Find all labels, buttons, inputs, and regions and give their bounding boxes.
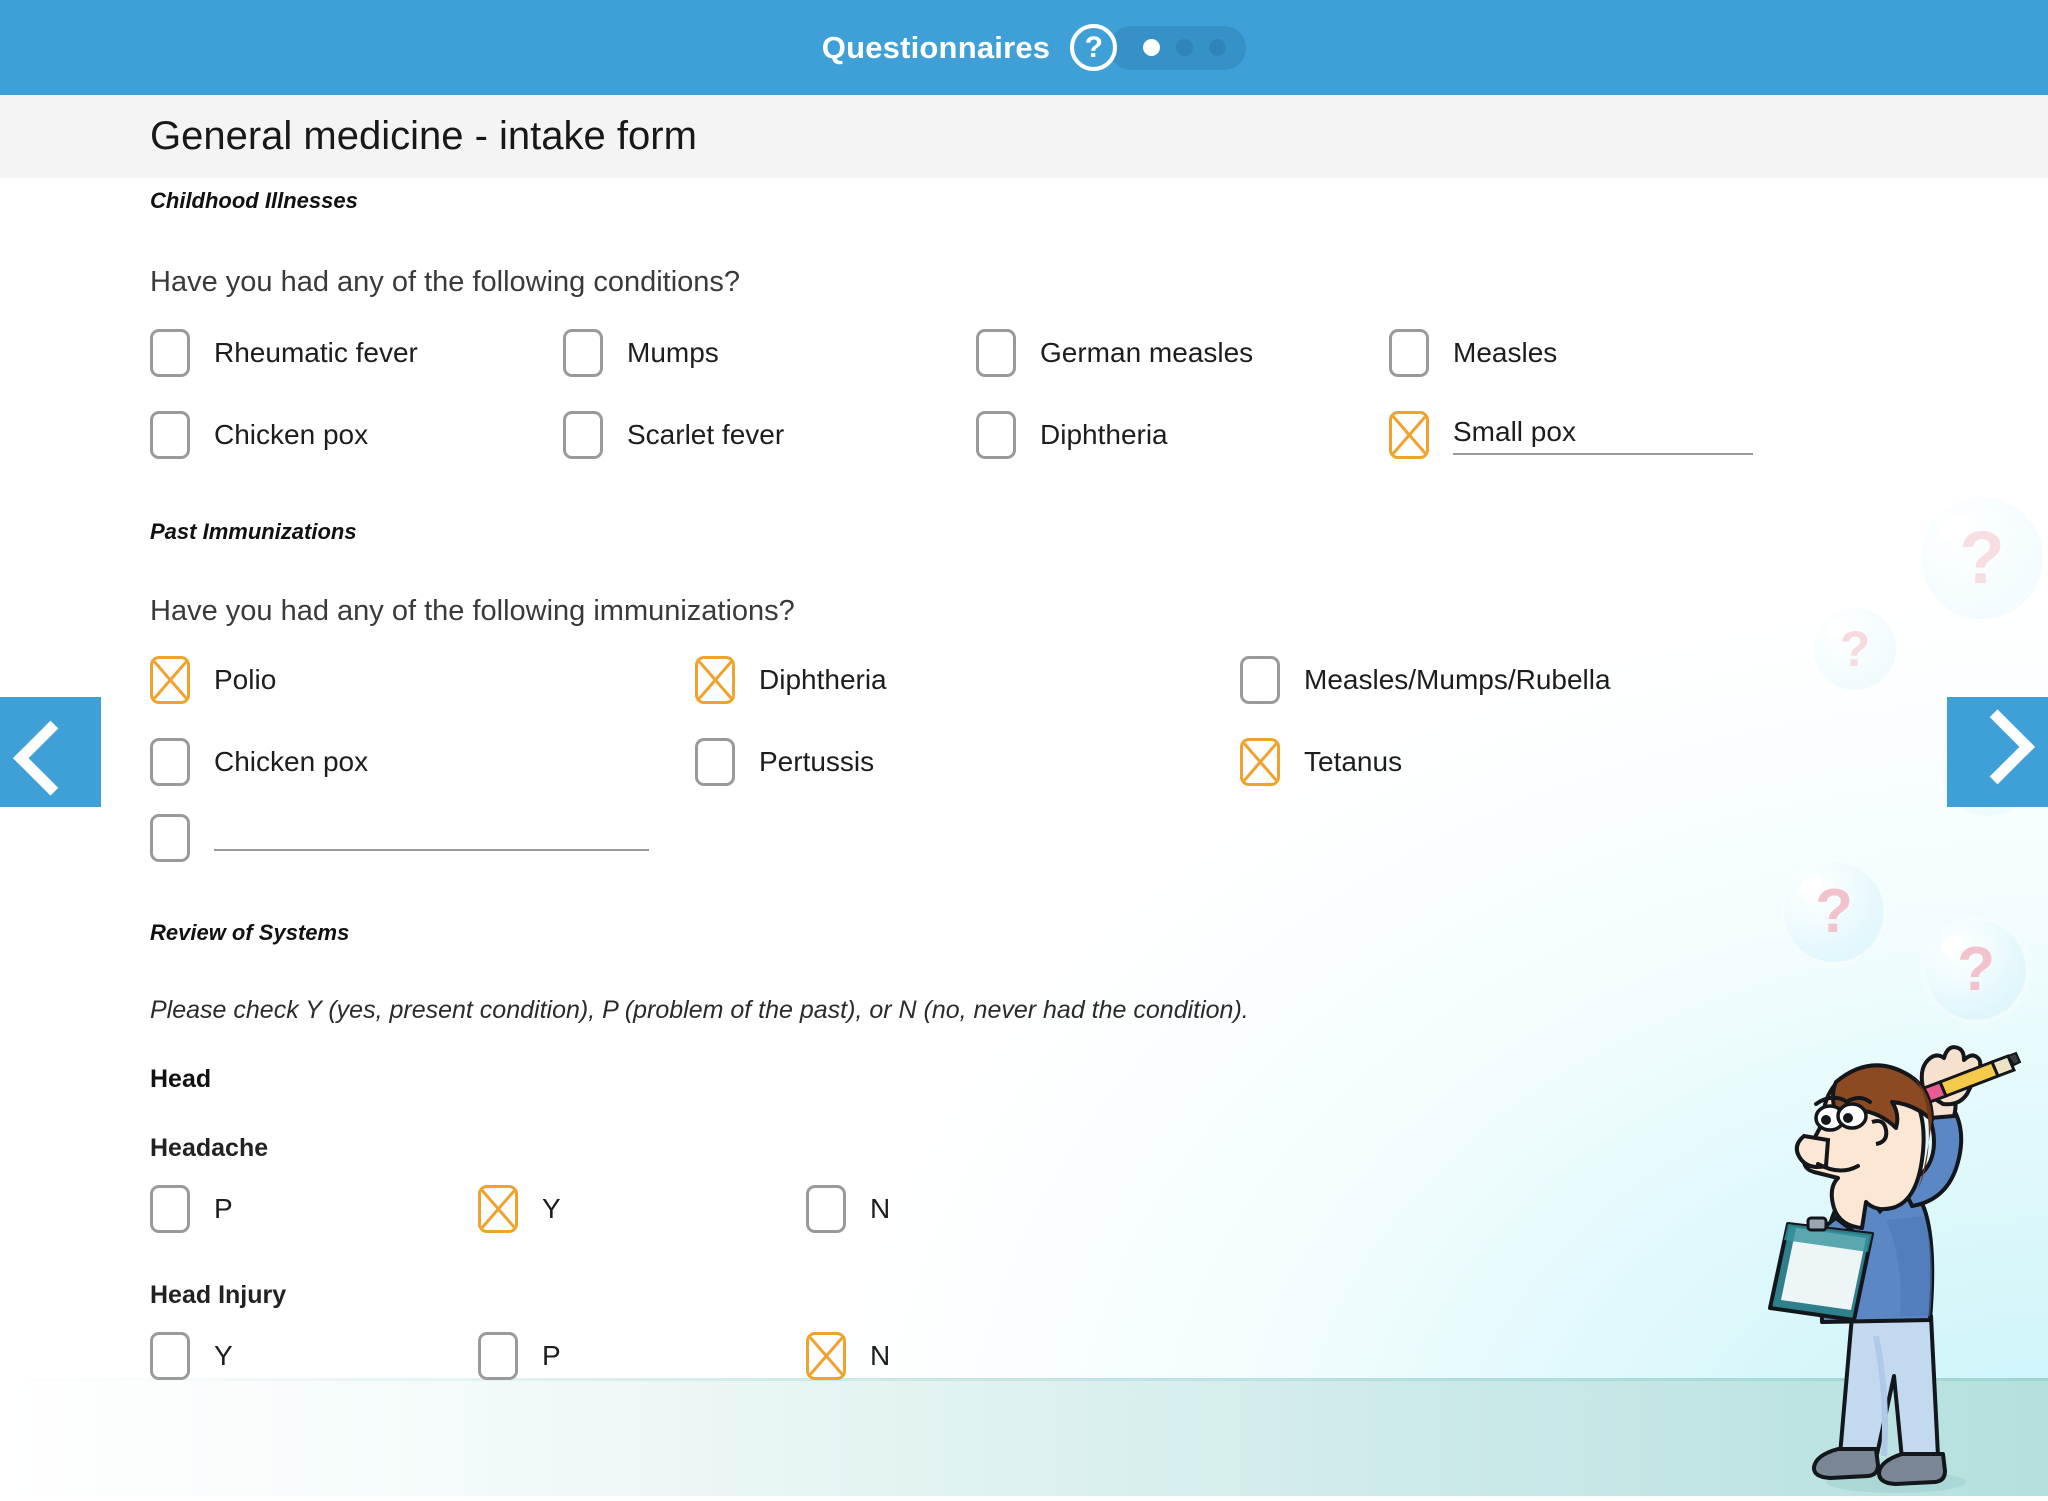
headache-n-label: N (870, 1193, 891, 1224)
headache-y-row[interactable]: Y (478, 1185, 806, 1233)
childhood-scarlet-fever-label: Scarlet fever (627, 419, 785, 450)
immunization-pertussis-label: Pertussis (759, 746, 875, 777)
app-header-inner: Questionnaires ? (821, 24, 1247, 71)
immunization-diphtheria-label: Diphtheria (759, 664, 887, 695)
childhood-small-pox-input[interactable] (1453, 452, 1753, 455)
immunization-measles-mumps-rubella-row[interactable]: Measles/Mumps/Rubella (1240, 656, 1785, 704)
checkbox-childhood-german-measles[interactable] (976, 329, 1016, 377)
app-header: Questionnaires ? (0, 0, 2048, 95)
mascot-illustration (1726, 1036, 2026, 1496)
checkbox-childhood-rheumatic-fever[interactable] (150, 329, 190, 377)
headache-p-row[interactable]: P (150, 1185, 478, 1233)
previous-page-button[interactable] (0, 697, 101, 807)
section-heading-childhood-illnesses: Childhood Illnesses (150, 188, 358, 213)
checkbox-immunization-chicken-pox[interactable] (150, 738, 190, 786)
checkbox-immunization-other[interactable] (150, 814, 190, 862)
page-dot-1[interactable] (1143, 39, 1161, 56)
childhood-chicken-pox-row[interactable]: Chicken pox (150, 411, 563, 459)
childhood-german-measles-row[interactable]: German measles (976, 329, 1389, 377)
childhood-mumps-row[interactable]: Mumps (563, 329, 976, 377)
childhood-chicken-pox-label: Chicken pox (214, 419, 369, 450)
checkbox-immunization-diphtheria[interactable] (695, 656, 735, 704)
checkbox-headache-y[interactable] (478, 1185, 518, 1233)
childhood-german-measles-label: German measles (1040, 337, 1254, 368)
head-injury-y-row[interactable]: Y (150, 1332, 478, 1380)
checkbox-head-injury-p[interactable] (478, 1332, 518, 1380)
headache-p-label: P (214, 1193, 233, 1224)
checkbox-immunization-measles-mumps-rubella[interactable] (1240, 656, 1280, 704)
checkbox-childhood-chicken-pox[interactable] (150, 411, 190, 459)
childhood-small-pox-label: Small pox (1453, 415, 1576, 447)
childhood-diphtheria-row[interactable]: Diphtheria (976, 411, 1389, 459)
immunization-chicken-pox-row[interactable]: Chicken pox (150, 738, 695, 786)
immunization-other-row (150, 814, 2048, 862)
checkbox-childhood-mumps[interactable] (563, 329, 603, 377)
childhood-small-pox-row[interactable]: Small pox (1389, 411, 1802, 459)
next-page-button[interactable] (1947, 697, 2048, 807)
checkbox-immunization-tetanus[interactable] (1240, 738, 1280, 786)
head-injury-n-row[interactable]: N (806, 1332, 1134, 1380)
head-injury-p-row[interactable]: P (478, 1332, 806, 1380)
head-injury-y-label: Y (214, 1340, 233, 1371)
section-heading-review-of-systems: Review of Systems (150, 920, 350, 945)
form-title-bar: General medicine - intake form (0, 95, 2048, 178)
checkbox-grid-childhood-illnesses: Rheumatic fever Mumps German measles Measle… (150, 329, 2048, 459)
immunization-tetanus-label: Tetanus (1304, 746, 1403, 777)
checkbox-childhood-small-pox[interactable] (1389, 411, 1429, 459)
checkbox-head-injury-n[interactable] (806, 1332, 846, 1380)
childhood-measles-label: Measles (1453, 337, 1558, 368)
childhood-mumps-label: Mumps (627, 337, 719, 368)
checkbox-immunization-pertussis[interactable] (695, 738, 735, 786)
immunization-polio-row[interactable]: Polio (150, 656, 695, 704)
immunization-other-input[interactable] (214, 848, 649, 851)
question-childhood-illnesses: Have you had any of the following condit… (150, 266, 741, 298)
childhood-rheumatic-fever-row[interactable]: Rheumatic fever (150, 329, 563, 377)
page-indicator[interactable] (1109, 25, 1247, 70)
childhood-diphtheria-label: Diphtheria (1040, 419, 1168, 450)
page-dot-3[interactable] (1209, 39, 1227, 56)
immunization-chicken-pox-label: Chicken pox (214, 746, 369, 777)
question-mark-circle-icon[interactable]: ? (1070, 24, 1118, 71)
headache-n-row[interactable]: N (806, 1185, 1134, 1233)
page-dot-2[interactable] (1176, 39, 1194, 56)
headache-y-label: Y (542, 1193, 561, 1224)
question-past-immunizations: Have you had any of the following immuni… (150, 595, 795, 627)
checkbox-headache-p[interactable] (150, 1185, 190, 1233)
childhood-rheumatic-fever-label: Rheumatic fever (214, 337, 418, 368)
checkbox-headache-n[interactable] (806, 1185, 846, 1233)
checkbox-childhood-measles[interactable] (1389, 329, 1429, 377)
checkbox-immunization-polio[interactable] (150, 656, 190, 704)
head-injury-n-label: N (870, 1340, 891, 1371)
childhood-measles-row[interactable]: Measles (1389, 329, 1802, 377)
app-title: Questionnaires (821, 29, 1051, 65)
chevron-left-icon (13, 720, 88, 796)
section-heading-past-immunizations: Past Immunizations (150, 519, 357, 544)
checkbox-grid-past-immunizations: Polio Diphtheria Measles/Mumps/Rubella Chic… (150, 656, 2048, 786)
checkbox-head-injury-y[interactable] (150, 1332, 190, 1380)
page-title: General medicine - intake form (150, 114, 697, 158)
immunization-pertussis-row[interactable]: Pertussis (695, 738, 1240, 786)
review-of-systems-instruction: Please check Y (yes, present condition),… (150, 996, 1249, 1024)
immunization-tetanus-row[interactable]: Tetanus (1240, 738, 1785, 786)
chevron-right-icon (1960, 708, 2035, 784)
checkbox-childhood-scarlet-fever[interactable] (563, 411, 603, 459)
immunization-polio-label: Polio (214, 664, 277, 695)
immunization-measles-mumps-rubella-label: Measles/Mumps/Rubella (1304, 664, 1611, 695)
immunization-diphtheria-row[interactable]: Diphtheria (695, 656, 1240, 704)
checkbox-childhood-diphtheria[interactable] (976, 411, 1016, 459)
childhood-scarlet-fever-row[interactable]: Scarlet fever (563, 411, 976, 459)
head-injury-p-label: P (542, 1340, 561, 1371)
